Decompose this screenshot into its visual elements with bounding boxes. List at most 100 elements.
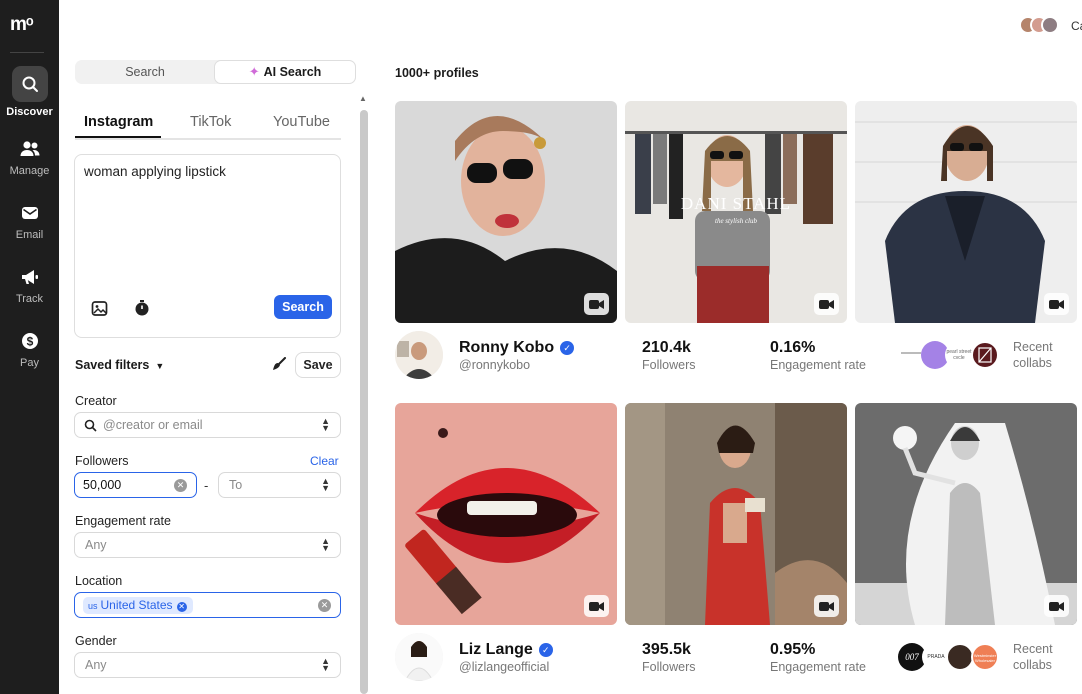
nav-label: Track: [15, 293, 44, 305]
tab-active-indicator: [75, 136, 161, 138]
ai-search-button[interactable]: Search: [274, 295, 332, 319]
tab-youtube[interactable]: YouTube: [273, 114, 330, 130]
location-chip[interactable]: us United States ✕: [83, 597, 193, 614]
dollar-icon: $: [21, 333, 38, 349]
ai-query-input[interactable]: woman applying lipstick: [84, 164, 226, 179]
engagement-value: 0.16%: [770, 339, 816, 356]
brand-logo[interactable]: [971, 341, 999, 369]
nav-item-discover[interactable]: Discover: [0, 66, 59, 118]
followers-value: 395.5k: [642, 641, 691, 658]
megaphone-icon: [21, 270, 38, 284]
recent-collabs-label: Recent collabs: [1013, 339, 1053, 371]
account-name[interactable]: Ca: [1071, 19, 1082, 33]
nav-item-track[interactable]: Track: [0, 266, 59, 305]
profile-name[interactable]: Liz Lange ✓: [459, 641, 553, 659]
post-thumbnail[interactable]: [855, 101, 1077, 323]
avatar: [1041, 16, 1059, 34]
image-upload-icon[interactable]: [91, 300, 108, 317]
updown-icon: ▲ ▼: [321, 476, 330, 493]
users-icon: [20, 141, 39, 156]
scroll-up-arrow[interactable]: ▲: [359, 94, 367, 103]
profile-handle[interactable]: @lizlangeofficial: [459, 660, 549, 674]
ai-query-box[interactable]: woman applying lipstick Search: [74, 154, 341, 338]
post-thumbnail[interactable]: DANI STAHL the stylish club: [625, 101, 847, 323]
brand-logo[interactable]: pearl street cvcle: [945, 341, 973, 369]
saved-filters-label: Saved filters: [75, 358, 150, 372]
verified-icon: ✓: [538, 643, 553, 657]
profile-name[interactable]: Ronny Kobo ✓: [459, 339, 575, 357]
sidebar-nav: mᵒ Discover Manage Email Track $ Pay: [0, 0, 59, 694]
post-image: [395, 403, 617, 625]
video-icon: [1044, 293, 1069, 315]
timer-icon[interactable]: [133, 299, 151, 317]
post-thumbnail[interactable]: [395, 403, 617, 625]
nav-item-pay[interactable]: $ Pay: [0, 330, 59, 369]
video-icon: [814, 293, 839, 315]
video-icon: [814, 595, 839, 617]
panel-scrollbar[interactable]: [360, 110, 368, 694]
search-mode-toggle: Search ✦ AI Search: [75, 60, 356, 84]
mail-icon: [21, 207, 38, 219]
engagement-select[interactable]: Any ▲ ▼: [74, 532, 341, 558]
avatar[interactable]: [395, 331, 443, 379]
sparkle-icon: ✦: [248, 64, 260, 79]
gender-placeholder: Any: [85, 658, 107, 672]
profile-name-text: Liz Lange: [459, 641, 533, 658]
recent-label-line1: Recent: [1013, 340, 1053, 354]
clear-input-icon[interactable]: ✕: [174, 479, 187, 492]
remove-chip-icon[interactable]: ✕: [176, 602, 187, 612]
save-filters-button[interactable]: Save: [295, 352, 341, 378]
avatar[interactable]: [395, 633, 443, 681]
post-thumbnail[interactable]: [395, 101, 617, 323]
post-image: [855, 101, 1077, 323]
nav-divider: [10, 52, 44, 53]
nav-label: Email: [15, 229, 44, 241]
creator-placeholder: @creator or email: [103, 418, 203, 432]
brand-logo[interactable]: [946, 643, 974, 671]
brand-logo[interactable]: Westminster Wholesaler: [971, 643, 999, 671]
nav-item-email[interactable]: Email: [0, 202, 59, 241]
results-count: 1000+ profiles: [395, 66, 479, 80]
search-mode-ai[interactable]: ✦ AI Search: [214, 60, 356, 84]
nav-item-manage[interactable]: Manage: [0, 138, 59, 177]
gender-select[interactable]: Any ▲ ▼: [74, 652, 341, 678]
followers-label: Followers: [75, 454, 129, 468]
clear-input-icon[interactable]: ✕: [318, 599, 331, 612]
recent-label-line2: collabs: [1013, 356, 1052, 370]
location-chip-label: United States: [100, 598, 173, 612]
video-icon: [584, 293, 609, 315]
video-icon: [1044, 595, 1069, 617]
updown-icon: ▲ ▼: [321, 536, 330, 553]
followers-value: 210.4k: [642, 339, 691, 356]
tab-tiktok[interactable]: TikTok: [190, 114, 231, 130]
post-image: DANI STAHL the stylish club: [625, 101, 847, 323]
brand-logo: [901, 352, 921, 354]
engagement-label: Engagement rate: [770, 660, 866, 674]
app-logo[interactable]: mᵒ: [10, 14, 34, 36]
search-icon: [11, 66, 48, 102]
updown-icon: ▲ ▼: [321, 656, 330, 673]
search-mode-search[interactable]: Search: [75, 60, 215, 84]
overlay-title: DANI STAHL: [681, 194, 791, 213]
engagement-value: 0.95%: [770, 641, 816, 658]
location-select[interactable]: us United States ✕ ✕: [74, 592, 341, 618]
video-icon: [584, 595, 609, 617]
followers-from-input[interactable]: 50,000 ✕: [74, 472, 197, 498]
followers-clear-link[interactable]: Clear: [310, 454, 339, 468]
clear-filters-brush-icon[interactable]: [272, 357, 287, 372]
creator-search-field[interactable]: @creator or email ▲ ▼: [74, 412, 341, 438]
post-thumbnail[interactable]: [625, 403, 847, 625]
app-root: mᵒ Discover Manage Email Track $ Pay Sea…: [0, 0, 1082, 694]
nav-label: Discover: [6, 106, 53, 118]
range-dash: -: [204, 478, 209, 493]
filter-panel: Search ✦ AI Search Instagram TikTok YouTu…: [59, 0, 369, 694]
chevron-down-icon: ▼: [155, 361, 165, 371]
tab-instagram[interactable]: Instagram: [84, 114, 153, 130]
saved-filters-dropdown[interactable]: Saved filters ▼: [75, 358, 164, 372]
profile-handle[interactable]: @ronnykobo: [459, 358, 530, 372]
country-code: us: [88, 601, 98, 611]
ai-search-label: AI Search: [263, 65, 322, 79]
post-thumbnail[interactable]: [855, 403, 1077, 625]
recent-collabs-label: Recent collabs: [1013, 641, 1053, 673]
followers-to-select[interactable]: To ▲ ▼: [218, 472, 341, 498]
